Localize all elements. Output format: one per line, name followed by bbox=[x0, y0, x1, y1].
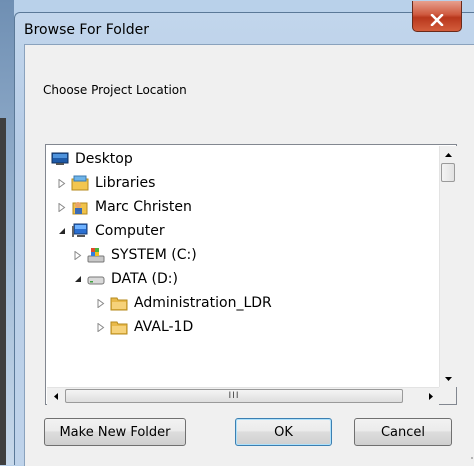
drive-icon bbox=[87, 271, 105, 287]
tree-item-label: Libraries bbox=[95, 175, 156, 191]
tree-item-label: Administration_LDR bbox=[134, 295, 272, 311]
horizontal-scrollbar[interactable]: III bbox=[47, 387, 439, 405]
prompt-label: Choose Project Location bbox=[43, 83, 187, 97]
expand-arrow-icon[interactable] bbox=[96, 298, 106, 308]
tree-item-marc-christen[interactable]: Marc Christen bbox=[57, 195, 192, 219]
tree-item-system-c[interactable]: SYSTEM (C:) bbox=[73, 243, 197, 267]
folder-tree[interactable]: Desktop Libraries Marc Christen Computer… bbox=[45, 144, 457, 405]
tree-item-administration-ldr[interactable]: Administration_LDR bbox=[96, 291, 272, 315]
window-title: Browse For Folder bbox=[24, 22, 150, 38]
tree-item-label: Marc Christen bbox=[95, 199, 192, 215]
scroll-down-button[interactable] bbox=[440, 370, 457, 387]
tree-item-data-d[interactable]: DATA (D:) bbox=[73, 267, 178, 291]
tree-item-computer[interactable]: Computer bbox=[57, 219, 165, 243]
computer-icon bbox=[71, 223, 89, 239]
system-drive-icon bbox=[87, 247, 105, 263]
tree-item-label: SYSTEM (C:) bbox=[111, 247, 197, 263]
scroll-right-icon bbox=[428, 393, 433, 400]
folder-icon bbox=[110, 295, 128, 311]
browse-for-folder-dialog: Browse For Folder Choose Project Locatio… bbox=[14, 1, 474, 466]
expand-arrow-icon[interactable] bbox=[57, 178, 67, 188]
scroll-up-icon bbox=[445, 152, 452, 157]
ok-button[interactable]: OK bbox=[235, 418, 332, 446]
title-bar[interactable]: Browse For Folder bbox=[15, 13, 474, 47]
vertical-scrollbar[interactable] bbox=[439, 146, 457, 387]
background-window-edge bbox=[0, 0, 14, 465]
user-folder-icon bbox=[71, 199, 89, 215]
tree-item-libraries[interactable]: Libraries bbox=[57, 171, 155, 195]
grip-lines: III bbox=[228, 391, 240, 401]
scroll-up-button[interactable] bbox=[440, 146, 457, 163]
tree-item-desktop[interactable]: Desktop bbox=[51, 147, 133, 171]
expand-arrow-icon[interactable] bbox=[73, 250, 83, 260]
scroll-right-button[interactable] bbox=[422, 388, 439, 405]
close-button[interactable] bbox=[412, 1, 462, 32]
collapse-arrow-icon[interactable] bbox=[73, 274, 83, 284]
folder-icon bbox=[110, 319, 128, 335]
scroll-down-icon bbox=[445, 376, 452, 381]
resize-grip-icon[interactable] bbox=[470, 450, 474, 460]
close-icon bbox=[430, 14, 444, 26]
expand-arrow-icon[interactable] bbox=[96, 322, 106, 332]
tree-item-aval-1d[interactable]: AVAL-1D bbox=[96, 315, 193, 339]
scroll-left-button[interactable] bbox=[47, 388, 64, 405]
cancel-button[interactable]: Cancel bbox=[354, 418, 452, 446]
collapse-arrow-icon[interactable] bbox=[57, 226, 67, 236]
scroll-left-icon bbox=[53, 393, 58, 400]
dialog-client-area: Choose Project Location Desktop Librarie… bbox=[24, 44, 474, 466]
libraries-icon bbox=[71, 175, 89, 191]
make-new-folder-button[interactable]: Make New Folder bbox=[44, 418, 186, 446]
horizontal-scroll-thumb[interactable]: III bbox=[65, 389, 403, 403]
scrollbar-corner bbox=[439, 387, 456, 404]
tree-item-label: AVAL-1D bbox=[134, 319, 194, 335]
expand-arrow-icon[interactable] bbox=[57, 202, 67, 212]
tree-item-label: DATA (D:) bbox=[111, 271, 178, 287]
tree-item-label: Computer bbox=[95, 223, 165, 239]
vertical-scroll-thumb[interactable] bbox=[441, 163, 455, 182]
tree-item-label: Desktop bbox=[75, 151, 133, 167]
desktop-icon bbox=[51, 151, 69, 167]
